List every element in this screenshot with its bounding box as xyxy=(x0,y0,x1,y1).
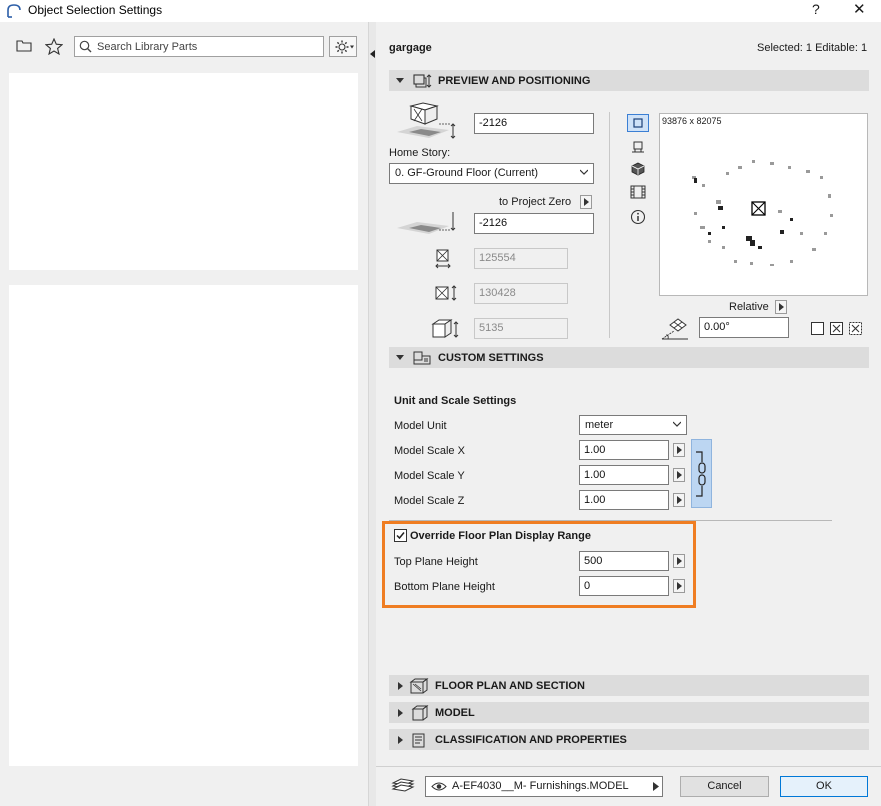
preview-positioning-header[interactable]: PREVIEW AND POSITIONING xyxy=(389,70,869,91)
rotation-mode-popup-button[interactable] xyxy=(775,300,787,314)
custom-settings-icon xyxy=(413,351,431,364)
classification-section-header[interactable]: CLASSIFICATION AND PROPERTIES xyxy=(389,729,869,750)
animation-view-button[interactable] xyxy=(627,183,649,201)
model-section-header[interactable]: MODEL xyxy=(389,702,869,723)
width-icon xyxy=(435,249,451,269)
cube-icon xyxy=(631,162,645,176)
chevron-right-icon xyxy=(653,782,659,791)
project-zero-icon xyxy=(397,212,456,234)
archicad-app-icon xyxy=(7,4,21,18)
relative-label: Relative xyxy=(729,301,769,313)
expand-arrow-icon xyxy=(398,681,403,690)
panel-splitter[interactable] xyxy=(368,22,376,806)
library-content-panel[interactable] xyxy=(9,285,358,766)
link-scale-toggle[interactable] xyxy=(691,439,712,508)
section-icon xyxy=(632,141,644,153)
preview-positioning-title: PREVIEW AND POSITIONING xyxy=(438,74,591,87)
title-bar: Object Selection Settings ? ✕ xyxy=(0,0,881,22)
floor-plan-section-header[interactable]: FLOOR PLAN AND SECTION xyxy=(389,675,869,696)
collapse-left-arrow-icon[interactable] xyxy=(370,50,375,58)
cancel-button[interactable]: Cancel xyxy=(680,776,769,797)
collapse-arrow-icon xyxy=(396,355,404,360)
rotation-angle-field[interactable]: 0.00° xyxy=(699,317,789,338)
classification-icon xyxy=(412,733,425,747)
object-name: gargage xyxy=(389,42,432,54)
scale-y-popup-button[interactable] xyxy=(673,468,685,482)
object-elevation-icon xyxy=(397,102,456,139)
layer-value: A-EF4030__M- Furnishings.MODEL xyxy=(452,780,629,792)
expand-arrow-icon xyxy=(398,735,403,744)
gear-icon xyxy=(335,40,354,54)
layers-icon xyxy=(391,778,415,792)
library-tree-panel[interactable] xyxy=(9,73,358,270)
model-scale-y-field[interactable]: 1.00 xyxy=(579,465,669,485)
search-box[interactable] xyxy=(74,36,324,57)
folder-icon[interactable] xyxy=(13,35,35,57)
model-unit-select[interactable]: meter xyxy=(579,415,687,435)
highlight-box xyxy=(382,521,696,608)
info-icon xyxy=(630,209,646,225)
depth-icon xyxy=(435,285,457,301)
model-unit-label: Model Unit xyxy=(394,420,447,432)
mirror-dashed-icon[interactable] xyxy=(849,322,862,335)
expand-arrow-icon xyxy=(398,708,403,717)
floor-plan-view-button[interactable] xyxy=(627,114,649,132)
custom-settings-header[interactable]: CUSTOM SETTINGS xyxy=(389,347,869,368)
custom-settings-title: CUSTOM SETTINGS xyxy=(438,351,544,364)
film-strip-icon xyxy=(630,185,646,199)
object-preview-window[interactable]: 93876 x 82075 xyxy=(659,113,868,296)
scale-z-popup-button[interactable] xyxy=(673,493,685,507)
model-scale-z-field[interactable]: 1.00 xyxy=(579,490,669,510)
chevron-down-icon xyxy=(673,421,681,427)
chain-link-icon xyxy=(696,451,706,497)
help-button[interactable]: ? xyxy=(812,1,820,17)
plan-preview-graphic xyxy=(692,160,833,266)
info-view-button[interactable] xyxy=(627,208,649,226)
model-section-title: MODEL xyxy=(435,706,475,719)
rotation-angle-icon xyxy=(661,318,688,340)
floor-plan-section-title: FLOOR PLAN AND SECTION xyxy=(435,679,585,692)
ok-button[interactable]: OK xyxy=(780,776,868,797)
floor-plan-section-icon xyxy=(409,677,429,693)
model-box-icon xyxy=(411,704,429,720)
preview-separator xyxy=(609,112,610,338)
unit-scale-group-title: Unit and Scale Settings xyxy=(394,395,517,407)
collapse-arrow-icon xyxy=(396,78,404,83)
search-input[interactable] xyxy=(97,39,317,54)
library-settings-button[interactable] xyxy=(329,36,357,57)
home-story-select[interactable]: 0. GF-Ground Floor (Current) xyxy=(389,163,594,184)
footer-divider xyxy=(376,766,881,767)
elevation-field[interactable]: -2126 xyxy=(474,113,594,134)
mirror-off-checkbox[interactable] xyxy=(811,322,824,335)
to-project-zero-label: to Project Zero xyxy=(499,196,572,208)
star-icon[interactable] xyxy=(43,35,65,57)
search-icon xyxy=(79,40,92,53)
window-title: Object Selection Settings xyxy=(28,3,163,17)
square-icon xyxy=(633,118,643,128)
home-story-value: 0. GF-Ground Floor (Current) xyxy=(395,167,539,179)
classification-section-title: CLASSIFICATION AND PROPERTIES xyxy=(435,733,627,746)
close-button[interactable]: ✕ xyxy=(853,0,866,18)
3d-view-button[interactable] xyxy=(627,160,649,178)
mirror-icon[interactable] xyxy=(830,322,843,335)
model-scale-x-label: Model Scale X xyxy=(394,445,465,457)
preview-positioning-icon xyxy=(413,73,432,88)
home-story-label: Home Story: xyxy=(389,147,451,159)
width-field[interactable]: 125554 xyxy=(474,248,568,269)
eye-icon xyxy=(431,782,447,791)
model-scale-z-label: Model Scale Z xyxy=(394,495,465,507)
chevron-down-icon xyxy=(580,169,588,175)
model-scale-x-field[interactable]: 1.00 xyxy=(579,440,669,460)
height-icon xyxy=(431,319,459,338)
model-unit-value: meter xyxy=(585,419,614,431)
section-view-button[interactable] xyxy=(627,138,649,156)
layer-select[interactable]: A-EF4030__M- Furnishings.MODEL xyxy=(425,776,663,797)
depth-field[interactable]: 130428 xyxy=(474,283,568,304)
reference-level-popup-button[interactable] xyxy=(580,195,592,209)
scale-x-popup-button[interactable] xyxy=(673,443,685,457)
selection-info: Selected: 1 Editable: 1 xyxy=(757,42,868,54)
project-zero-field[interactable]: -2126 xyxy=(474,213,594,234)
model-scale-y-label: Model Scale Y xyxy=(394,470,465,482)
height-field[interactable]: 5135 xyxy=(474,318,568,339)
